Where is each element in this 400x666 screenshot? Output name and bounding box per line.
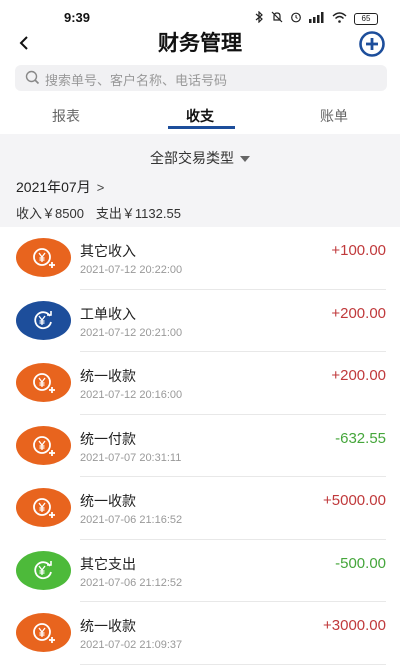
transaction-amount: +100.00 xyxy=(331,242,386,259)
battery-icon: 65 xyxy=(354,13,378,25)
transaction-title: 其它收入 xyxy=(80,243,136,259)
income-total: 收入￥8500 xyxy=(16,206,84,221)
transaction-time: 2021-07-06 21:16:52 xyxy=(80,514,183,526)
month-selector[interactable]: 2021年07月 > xyxy=(16,177,104,197)
transaction-amount: +200.00 xyxy=(331,304,386,322)
transaction-time: 2021-07-07 20:31:11 xyxy=(80,451,182,464)
search-input[interactable]: 搜索单号、客户名称、电话号码 xyxy=(15,65,387,91)
expense-total: 支出￥1132.55 xyxy=(95,206,181,221)
yen-plus-icon xyxy=(16,425,71,465)
transaction-amount: -500.00 xyxy=(335,554,386,572)
chevron-right-icon: > xyxy=(96,180,105,195)
search-icon xyxy=(25,70,40,90)
yen-refresh-icon xyxy=(16,300,71,340)
list-item[interactable]: 其它支出 2021-07-06 21:12:52 -500.00 xyxy=(0,540,400,602)
transaction-amount: +5000.00 xyxy=(323,492,386,509)
transaction-title: 工单收入 xyxy=(80,305,136,322)
transaction-amount: +200.00 xyxy=(331,367,386,384)
active-tab-indicator xyxy=(168,126,235,129)
list-item[interactable]: 统一收款 2021-07-12 20:16:00 +200.00 xyxy=(0,352,400,415)
yen-refresh-icon xyxy=(16,550,71,590)
transaction-title: 统一收款 xyxy=(80,493,136,509)
transaction-time: 2021-07-12 20:16:00 xyxy=(80,389,183,401)
filter-label: 全部交易类型 xyxy=(150,150,234,166)
tab-report[interactable]: 报表 xyxy=(52,106,80,126)
transaction-time: 2021-07-02 21:09:37 xyxy=(80,639,183,651)
page-title: 财务管理 xyxy=(158,32,242,55)
transaction-title: 统一收款 xyxy=(80,368,136,384)
list-item[interactable]: 统一付款 2021-07-07 20:31:11 -632.55 xyxy=(0,415,400,477)
status-time: 9:39 xyxy=(64,10,91,25)
signal-icon xyxy=(309,10,325,28)
period-summary: 收入￥8500 支出￥1132.55 xyxy=(16,203,181,222)
mute-bell-icon xyxy=(271,10,283,28)
yen-plus-icon xyxy=(16,238,71,277)
yen-plus-icon xyxy=(16,363,71,402)
list-item[interactable]: 统一收款 2021-07-02 21:09:37 +3000.00 xyxy=(0,602,400,665)
tabs: 报表 收支 账单 xyxy=(0,100,400,134)
tab-bills[interactable]: 账单 xyxy=(320,106,348,126)
divider xyxy=(80,663,386,665)
transaction-list: 其它收入 2021-07-12 20:22:00 +100.00 工单收入 2021-0… xyxy=(0,227,400,665)
transaction-title: 统一收款 xyxy=(80,618,136,634)
transaction-time: 2021-07-06 21:12:52 xyxy=(80,576,183,589)
transaction-type-filter[interactable]: 全部交易类型 xyxy=(0,148,400,168)
list-item[interactable]: 统一收款 2021-07-06 21:16:52 +5000.00 xyxy=(0,477,400,540)
nav-bar: 财务管理 xyxy=(0,30,400,60)
status-icons: 65 xyxy=(255,10,378,28)
transaction-amount: -632.55 xyxy=(335,429,386,447)
wifi-icon xyxy=(332,10,347,28)
transaction-time: 2021-07-12 20:22:00 xyxy=(80,264,183,276)
alarm-icon xyxy=(290,10,302,28)
yen-plus-icon xyxy=(16,488,71,527)
search-placeholder: 搜索单号、客户名称、电话号码 xyxy=(45,73,228,88)
transaction-amount: +3000.00 xyxy=(323,617,386,634)
list-item[interactable]: 其它收入 2021-07-12 20:22:00 +100.00 xyxy=(0,227,400,290)
transaction-title: 统一付款 xyxy=(80,430,136,447)
bluetooth-icon xyxy=(255,10,264,28)
add-icon[interactable] xyxy=(358,30,386,58)
caret-down-icon xyxy=(240,156,250,163)
yen-plus-icon xyxy=(16,613,71,652)
month-label: 2021年07月 xyxy=(16,179,91,195)
status-bar: 9:39 65 xyxy=(0,0,400,34)
list-item[interactable]: 工单收入 2021-07-12 20:21:00 +200.00 xyxy=(0,290,400,352)
transaction-time: 2021-07-12 20:21:00 xyxy=(80,326,183,339)
transaction-title: 其它支出 xyxy=(80,555,136,572)
tab-income-expense[interactable]: 收支 xyxy=(186,106,214,126)
battery-level: 65 xyxy=(361,14,371,23)
